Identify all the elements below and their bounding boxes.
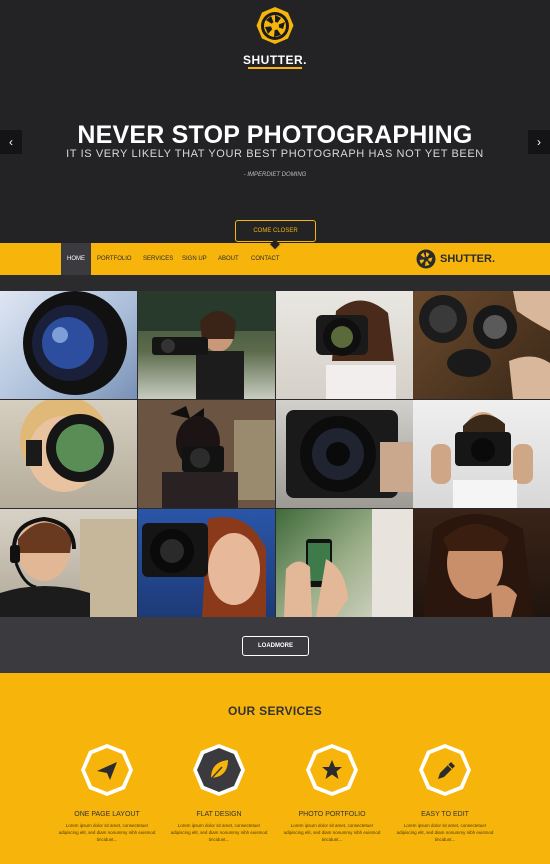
pencil-icon <box>419 744 471 796</box>
aperture-logo-icon[interactable] <box>416 249 436 269</box>
service-item-flat-design: FLAT DESIGN Lorem ipsum dolor sit amet, … <box>164 743 274 843</box>
gallery-photo-hands-lenses[interactable] <box>413 291 550 399</box>
gallery-photo-girl-bow[interactable] <box>138 400 275 508</box>
photo-image <box>419 291 550 399</box>
nav-item-sign-up[interactable]: SIGN UP <box>182 243 207 275</box>
service-title: ONE PAGE LAYOUT <box>74 811 140 818</box>
service-item-photo-portfolio: PHOTO PORTFOLIO Lorem ipsum dolor sit am… <box>277 743 387 843</box>
nav-item-home[interactable]: HOME <box>61 243 91 275</box>
come-closer-button[interactable]: COME CLOSER <box>235 220 316 242</box>
photo-image <box>138 291 275 399</box>
photo-gallery <box>0 291 550 617</box>
photo-image <box>286 410 413 498</box>
service-item-easy-to-edit: EASY TO EDIT Lorem ipsum dolor sit amet,… <box>390 743 500 843</box>
service-title: EASY TO EDIT <box>421 811 469 818</box>
loadmore-button[interactable]: LOADMORE <box>242 636 309 656</box>
nav-item-services[interactable]: SERVICES <box>143 243 173 275</box>
paper-plane-icon <box>81 744 133 796</box>
photo-image <box>142 517 266 617</box>
photo-image <box>0 516 137 617</box>
services-section: OUR SERVICES ONE PAGE LAYOUT Lorem ipsum… <box>0 673 550 864</box>
gallery-photo-child-camera[interactable] <box>0 400 137 508</box>
photo-image <box>284 509 413 617</box>
star-icon <box>306 744 358 796</box>
nav-item-about[interactable]: ABOUT <box>218 243 239 275</box>
gallery-photo-smartphone[interactable] <box>276 509 413 617</box>
service-description: Lorem ipsum dolor sit amet, consectetuer… <box>170 823 268 842</box>
gallery-photo-man-camera[interactable] <box>413 400 550 508</box>
hero-title: NEVER STOP PHOTOGRAPHING <box>77 121 473 149</box>
service-description: Lorem ipsum dolor sit amet, consectetuer… <box>58 823 156 842</box>
photo-image <box>20 400 114 492</box>
photo-image <box>138 400 275 508</box>
gallery-photo-woman-camera[interactable] <box>138 291 275 399</box>
aperture-logo-icon <box>256 7 294 44</box>
services-title: OUR SERVICES <box>227 704 323 718</box>
photo-image <box>316 300 396 399</box>
gallery-photo-headset-woman[interactable] <box>0 509 137 617</box>
gallery-photo-camera-front[interactable] <box>276 400 413 508</box>
hero-slider: SHUTTER. ‹ › NEVER STOP PHOTOGRAPHING IT… <box>0 0 550 243</box>
gallery-photo-woman-portrait[interactable] <box>413 509 550 617</box>
service-title: PHOTO PORTFOLIO <box>298 811 366 818</box>
gallery-photo-woman-lens[interactable] <box>276 291 413 399</box>
gallery-photo-lens-closeup[interactable] <box>0 291 137 399</box>
hero-subtitle: IT IS VERY LIKELY THAT YOUR BEST PHOTOGR… <box>66 148 484 160</box>
lens-image <box>23 291 127 395</box>
photo-image <box>431 412 533 508</box>
gallery-photo-redhead-camera[interactable] <box>138 509 275 617</box>
leaf-icon <box>193 744 245 796</box>
service-title: FLAT DESIGN <box>196 811 242 818</box>
brand-underline <box>248 67 302 69</box>
service-item-one-page-layout: ONE PAGE LAYOUT Lorem ipsum dolor sit am… <box>52 743 162 843</box>
nav-brand-name[interactable]: SHUTTER. <box>440 253 495 265</box>
service-description: Lorem ipsum dolor sit amet, consectetuer… <box>396 823 494 842</box>
hero-quote: - IMPERDIET DOMING <box>243 172 307 178</box>
photo-image <box>423 514 533 617</box>
brand-name: SHUTTER. <box>243 53 307 67</box>
service-description: Lorem ipsum dolor sit amet, consectetuer… <box>283 823 381 842</box>
nav-item-portfolio[interactable]: PORTFOLIO <box>97 243 132 275</box>
